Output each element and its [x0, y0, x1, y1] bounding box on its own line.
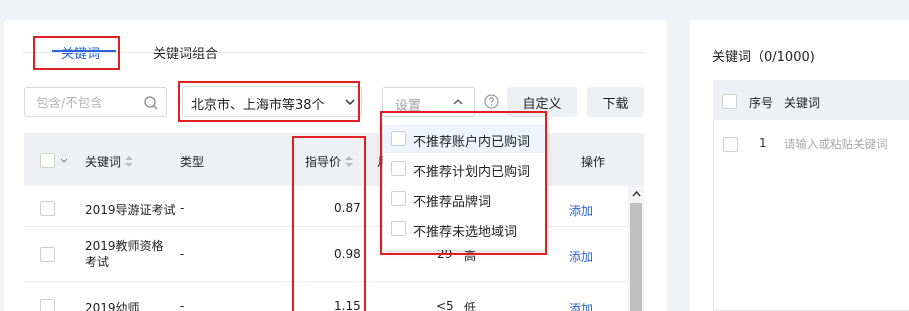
tabs-divider — [22, 52, 644, 53]
settings-option-label: 不推荐未选地域词 — [413, 225, 518, 240]
row-competition: 低 — [464, 301, 477, 311]
select-all-checkbox[interactable] — [40, 153, 55, 168]
settings-option[interactable]: 不推荐计划内已购词 — [383, 155, 546, 183]
settings-dropdown: 不推荐账户内已购词 不推荐计划内已购词 不推荐品牌词 不推荐未选地域词 — [383, 117, 546, 250]
region-select[interactable]: 北京市、上海市等38个 — [182, 86, 362, 117]
row-checkbox[interactable] — [40, 299, 55, 311]
row-checkbox[interactable] — [40, 201, 55, 216]
settings-select[interactable]: 设置 — [382, 87, 475, 117]
add-keyword-link[interactable]: 添加 — [569, 248, 593, 265]
table-header: 关键词 类型 指导价 月 操作 — [24, 133, 644, 186]
column-price[interactable]: 指导价 — [305, 153, 354, 170]
settings-option[interactable]: 不推荐品牌词 — [383, 185, 546, 213]
row-type: - — [180, 201, 185, 215]
row-price: 1.15 — [334, 299, 361, 311]
settings-option-checkbox[interactable] — [391, 161, 406, 176]
settings-option-checkbox[interactable] — [391, 221, 406, 236]
active-tab-indicator — [52, 50, 116, 52]
chevron-down-icon — [345, 99, 355, 106]
select-all-checkbox[interactable] — [722, 94, 737, 109]
row-keyword: 2019教师资格考试 — [85, 239, 164, 269]
scrollbar-thumb[interactable] — [630, 203, 642, 311]
region-select-value: 北京市、上海市等38个 — [191, 98, 325, 113]
row-price: 0.87 — [334, 201, 361, 215]
row-checkbox[interactable] — [40, 247, 55, 262]
settings-option-label: 不推荐品牌词 — [413, 195, 492, 210]
row-divider — [24, 281, 630, 282]
column-index: 序号 — [749, 96, 774, 110]
help-icon[interactable] — [484, 94, 499, 109]
sort-icon[interactable] — [345, 156, 354, 167]
row-type: - — [180, 299, 185, 311]
row-checkbox[interactable] — [723, 137, 738, 152]
chevron-up-icon — [453, 99, 463, 105]
row-search-volume: <5 — [436, 299, 454, 311]
row-keyword: 2019幼师 — [85, 301, 140, 311]
column-price-label: 指导价 — [305, 155, 342, 169]
download-button[interactable]: 下载 — [587, 87, 644, 117]
add-keyword-link[interactable]: 添加 — [569, 300, 593, 311]
sort-icon[interactable] — [125, 156, 134, 167]
settings-option[interactable]: 不推荐未选地域词 — [383, 215, 546, 243]
column-keyword: 关键词 — [784, 96, 821, 110]
column-action: 操作 — [581, 155, 606, 169]
row-index: 1 — [759, 136, 767, 150]
selected-keywords-title: 关键词（0/1000) — [712, 50, 815, 65]
settings-option[interactable]: 不推荐账户内已购词 — [383, 125, 546, 153]
add-keyword-link[interactable]: 添加 — [569, 202, 593, 219]
scroll-up-arrow-icon[interactable] — [632, 190, 641, 197]
keyword-paste-input[interactable]: 请输入或粘贴关键词 — [784, 136, 888, 152]
settings-option-checkbox[interactable] — [391, 191, 406, 206]
column-keyword[interactable]: 关键词 — [85, 153, 134, 170]
settings-option-label: 不推荐账户内已购词 — [413, 135, 531, 150]
search-icon[interactable] — [143, 95, 159, 111]
custom-button[interactable]: 自定义 — [507, 87, 577, 117]
column-keyword-label: 关键词 — [85, 155, 122, 169]
settings-option-checkbox[interactable] — [391, 131, 406, 146]
row-type: - — [180, 247, 185, 261]
settings-select-placeholder: 设置 — [395, 99, 422, 114]
chevron-down-icon[interactable] — [60, 158, 68, 164]
row-price: 0.98 — [334, 247, 361, 261]
column-type: 类型 — [180, 155, 205, 169]
settings-option-label: 不推荐计划内已购词 — [413, 165, 531, 180]
row-keyword: 2019导游证考试 — [85, 203, 176, 217]
